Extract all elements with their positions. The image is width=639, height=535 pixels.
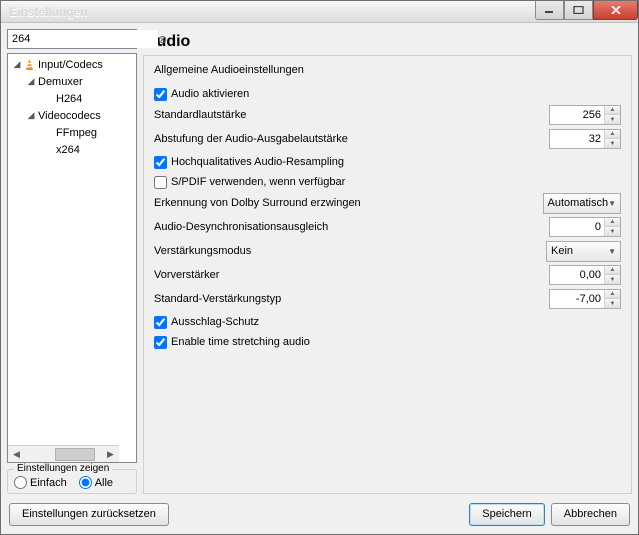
preamp-input[interactable]: ▲▼ <box>549 265 621 285</box>
spdif-label: S/PDIF verwenden, wenn verfügbar <box>171 176 345 188</box>
horizontal-scrollbar[interactable]: ◀ ▶ <box>8 445 119 462</box>
volume-step-label: Abstufung der Audio-Ausgabelautstärke <box>154 133 546 145</box>
preferences-window: Einstellungen ⊗ ◢ Input/Codecs <box>0 0 639 535</box>
left-pane: ⊗ ◢ Input/Codecs ◢ Demuxer H264 <box>7 29 137 494</box>
window-title: Einstellungen <box>9 5 88 19</box>
tree-item[interactable]: Demuxer <box>36 76 83 88</box>
spin-up-icon[interactable]: ▲ <box>605 218 620 227</box>
right-pane: Audio Allgemeine Audioeinstellungen Audi… <box>143 29 632 494</box>
show-settings-label: Einstellungen zeigen <box>14 463 112 474</box>
settings-tree[interactable]: ◢ Input/Codecs ◢ Demuxer H264 ◢ Videocod… <box>7 53 137 463</box>
scroll-right-icon[interactable]: ▶ <box>102 447 119 462</box>
spin-up-icon[interactable]: ▲ <box>605 106 620 115</box>
close-button[interactable] <box>593 1 638 20</box>
cancel-button[interactable]: Abbrechen <box>551 503 630 526</box>
spdif-checkbox[interactable] <box>154 176 167 189</box>
clipping-checkbox[interactable] <box>154 316 167 329</box>
search-box: ⊗ <box>7 29 137 49</box>
clipping-label: Ausschlag-Schutz <box>171 316 259 328</box>
dolby-label: Erkennung von Dolby Surround erzwingen <box>154 197 546 209</box>
bottom-bar: Einstellungen zurücksetzen Speichern Abb… <box>1 494 638 534</box>
tree-item[interactable]: H264 <box>54 93 82 105</box>
chevron-down-icon: ▼ <box>608 199 616 208</box>
std-gain-input[interactable]: ▲▼ <box>549 289 621 309</box>
spin-down-icon[interactable]: ▼ <box>605 275 620 284</box>
desync-input[interactable]: ▲▼ <box>549 217 621 237</box>
timestretch-checkbox[interactable] <box>154 336 167 349</box>
tree-item[interactable]: Input/Codecs <box>36 59 103 71</box>
default-volume-label: Standardlautstärke <box>154 109 546 121</box>
tree-item[interactable]: x264 <box>54 144 80 156</box>
gain-mode-select[interactable]: Kein▼ <box>546 241 621 262</box>
spin-up-icon[interactable]: ▲ <box>605 290 620 299</box>
scroll-left-icon[interactable]: ◀ <box>8 447 25 462</box>
spin-down-icon[interactable]: ▼ <box>605 227 620 236</box>
spin-down-icon[interactable]: ▼ <box>605 139 620 148</box>
hq-resampling-checkbox[interactable] <box>154 156 167 169</box>
content-area: ⊗ ◢ Input/Codecs ◢ Demuxer H264 <box>1 23 638 494</box>
reset-button[interactable]: Einstellungen zurücksetzen <box>9 503 169 526</box>
vlc-cone-icon <box>22 58 36 71</box>
spin-down-icon[interactable]: ▼ <box>605 299 620 308</box>
desync-label: Audio-Desynchronisationsausgleich <box>154 221 546 233</box>
group-title: Allgemeine Audioeinstellungen <box>154 64 621 76</box>
enable-audio-label: Audio aktivieren <box>171 88 249 100</box>
spin-down-icon[interactable]: ▼ <box>605 115 620 124</box>
timestretch-label: Enable time stretching audio <box>171 336 310 348</box>
clear-search-icon[interactable]: ⊗ <box>158 31 167 47</box>
spin-up-icon[interactable]: ▲ <box>605 130 620 139</box>
page-title: Audio <box>143 29 632 55</box>
scrollbar-thumb[interactable] <box>55 448 95 461</box>
minimize-button[interactable] <box>535 1 564 20</box>
settings-panel: Allgemeine Audioeinstellungen Audio akti… <box>143 55 632 494</box>
std-gain-label: Standard-Verstärkungstyp <box>154 293 546 305</box>
default-volume-input[interactable]: ▲▼ <box>549 105 621 125</box>
window-controls <box>535 1 638 21</box>
hq-resampling-label: Hochqualitatives Audio-Resampling <box>171 156 344 168</box>
expand-arrow-icon[interactable]: ◢ <box>26 110 36 121</box>
gain-mode-label: Verstärkungsmodus <box>154 245 546 257</box>
save-button[interactable]: Speichern <box>469 503 545 526</box>
show-settings-group: Einstellungen zeigen Einfach Alle <box>7 469 137 494</box>
expand-arrow-icon[interactable]: ◢ <box>12 59 22 70</box>
tree-item[interactable]: Videocodecs <box>36 110 101 122</box>
dolby-select[interactable]: Automatisch▼ <box>543 193 621 214</box>
enable-audio-checkbox[interactable] <box>154 88 167 101</box>
titlebar: Einstellungen <box>1 1 638 23</box>
expand-arrow-icon[interactable]: ◢ <box>26 76 36 87</box>
radio-all[interactable]: Alle <box>79 476 113 489</box>
spin-up-icon[interactable]: ▲ <box>605 266 620 275</box>
search-input[interactable] <box>8 30 158 48</box>
volume-step-input[interactable]: ▲▼ <box>549 129 621 149</box>
radio-simple[interactable]: Einfach <box>14 476 67 489</box>
tree-item[interactable]: FFmpeg <box>54 127 97 139</box>
maximize-button[interactable] <box>564 1 593 20</box>
preamp-label: Vorverstärker <box>154 269 546 281</box>
chevron-down-icon: ▼ <box>608 247 616 256</box>
